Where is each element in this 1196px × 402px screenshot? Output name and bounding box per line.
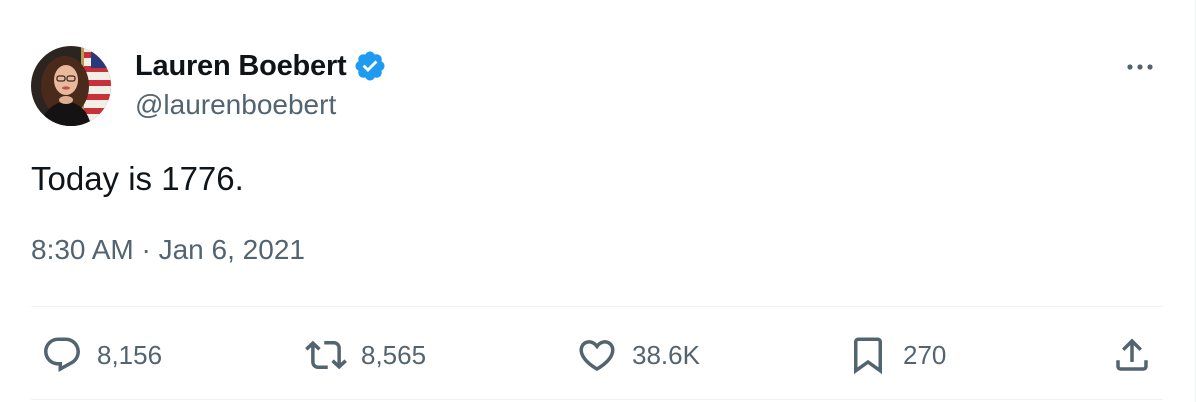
reply-button[interactable]: 8,156 — [41, 330, 162, 380]
avatar[interactable] — [31, 46, 111, 126]
share-button[interactable] — [1111, 330, 1153, 380]
action-bar: 8,156 8,565 38.6K 270 — [31, 330, 1163, 380]
heart-icon — [576, 334, 618, 376]
verified-badge-icon — [353, 49, 387, 83]
tweet-card: Lauren Boebert @laurenboebert Today is 1… — [0, 0, 1196, 402]
reply-icon — [41, 334, 83, 376]
like-count: 38.6K — [632, 339, 700, 370]
avatar-image — [31, 46, 111, 126]
tweet-text: Today is 1776. — [31, 160, 244, 197]
more-icon[interactable] — [1120, 52, 1160, 82]
share-icon — [1111, 334, 1153, 376]
bookmark-icon — [847, 334, 889, 376]
bookmark-count: 270 — [903, 339, 947, 370]
tweet-timestamp[interactable]: 8:30 AM · Jan 6, 2021 — [31, 234, 305, 266]
author-handle[interactable]: @laurenboebert — [135, 89, 336, 121]
author-display-name[interactable]: Lauren Boebert — [135, 50, 347, 83]
retweet-button[interactable]: 8,565 — [305, 330, 426, 380]
reply-count: 8,156 — [97, 339, 163, 370]
divider — [31, 399, 1163, 400]
retweet-icon — [305, 334, 347, 376]
divider — [31, 306, 1163, 307]
author-name-row: Lauren Boebert — [135, 47, 387, 85]
bookmark-button[interactable]: 270 — [847, 330, 946, 380]
retweet-count: 8,565 — [361, 339, 427, 370]
like-button[interactable]: 38.6K — [576, 330, 700, 380]
